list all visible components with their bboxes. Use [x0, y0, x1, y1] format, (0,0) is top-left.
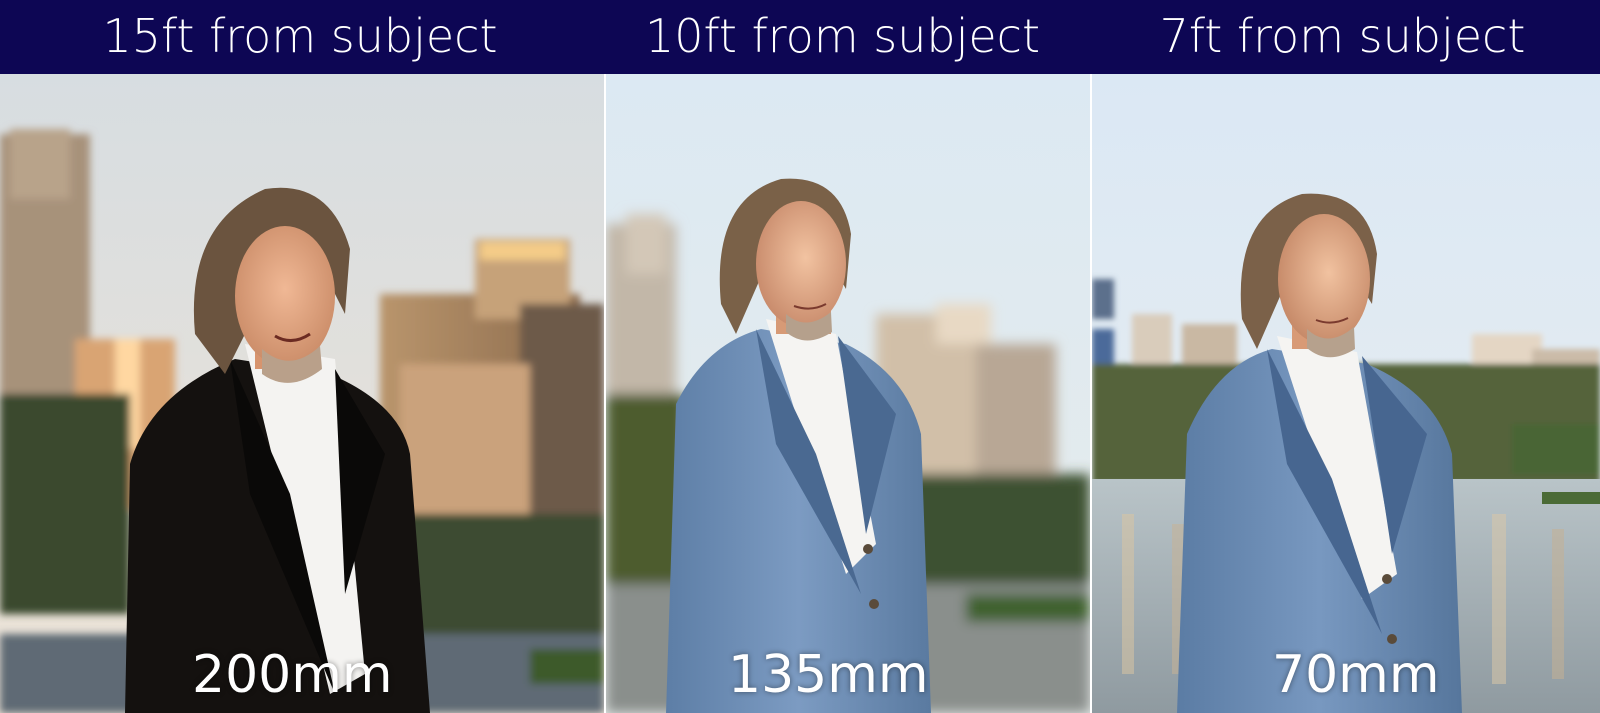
- comparison-image: 15ft from subject 10ft from subject 7ft …: [0, 0, 1600, 713]
- distance-caption-3: 7ft from subject: [1159, 9, 1526, 63]
- distance-caption-1: 15ft from subject: [102, 9, 498, 63]
- focal-length-label-2: 135mm: [728, 645, 929, 705]
- photo-panel-200mm: [0, 74, 604, 713]
- header-band: 15ft from subject 10ft from subject 7ft …: [0, 0, 1600, 74]
- photo-panel-70mm: [1092, 74, 1600, 713]
- distance-caption-2: 10ft from subject: [645, 9, 1040, 63]
- panel-divider-1: [604, 74, 606, 713]
- portrait-photo-3: [1092, 74, 1600, 713]
- photo-panel-135mm: [606, 74, 1090, 713]
- panel-divider-2: [1090, 74, 1092, 713]
- portrait-photo-1: [0, 74, 604, 713]
- focal-length-label-3: 70mm: [1272, 645, 1440, 705]
- portrait-photo-2: [606, 74, 1090, 713]
- focal-length-label-1: 200mm: [192, 645, 393, 705]
